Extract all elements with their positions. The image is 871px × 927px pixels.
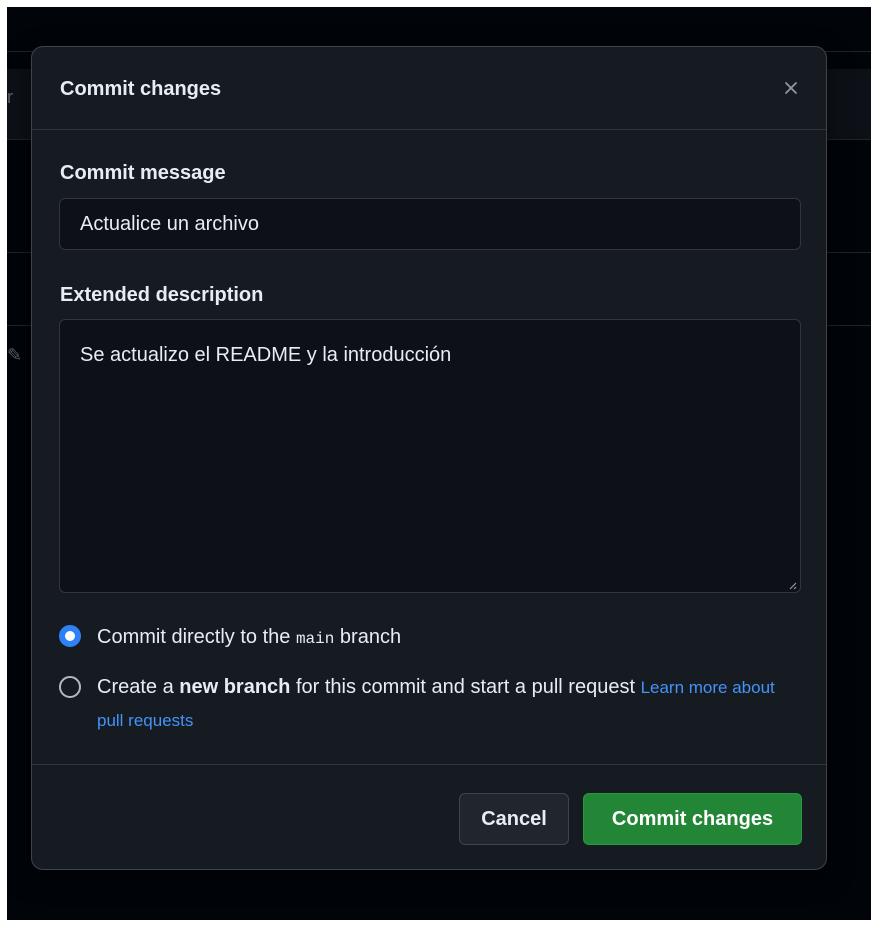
radio-commit-direct[interactable] <box>59 625 81 647</box>
resize-handle-icon[interactable] <box>787 580 797 590</box>
close-button[interactable] <box>778 75 804 101</box>
dialog-title: Commit changes <box>60 78 222 100</box>
branch-name-code: main <box>295 630 335 648</box>
commit-message-label: Commit message <box>60 162 226 184</box>
commit-direct-text-after: branch <box>334 626 402 648</box>
extended-description-label: Extended description <box>60 284 264 306</box>
dialog-header: Commit changes <box>32 47 826 130</box>
commit-changes-dialog: Commit changes Commit message Extended d… <box>31 46 827 870</box>
new-branch-text-before: Create a <box>97 676 180 698</box>
extended-description-textarea[interactable]: Se actualizo el README y la introducción <box>59 319 801 593</box>
cancel-button[interactable]: Cancel <box>459 793 569 845</box>
dialog-footer: Cancel Commit changes <box>32 764 826 869</box>
background-pencil-icon: ✎ <box>7 345 23 365</box>
new-branch-label: Create a new branch for this commit and … <box>97 671 779 737</box>
new-branch-option[interactable]: Create a new branch for this commit and … <box>59 676 779 737</box>
commit-direct-text-before: Commit directly to the <box>97 626 296 648</box>
commit-changes-button[interactable]: Commit changes <box>583 793 802 845</box>
commit-direct-label: Commit directly to the main branch <box>97 625 401 651</box>
new-branch-text-after: for this commit and start a pull request <box>290 676 641 698</box>
new-branch-bold-text: new branch <box>179 676 291 698</box>
background-text-fragment: r <box>7 87 13 107</box>
radio-new-branch[interactable] <box>59 676 81 698</box>
commit-direct-option[interactable]: Commit directly to the main branch <box>59 625 401 651</box>
close-icon <box>785 82 797 94</box>
commit-message-input[interactable] <box>59 198 801 250</box>
